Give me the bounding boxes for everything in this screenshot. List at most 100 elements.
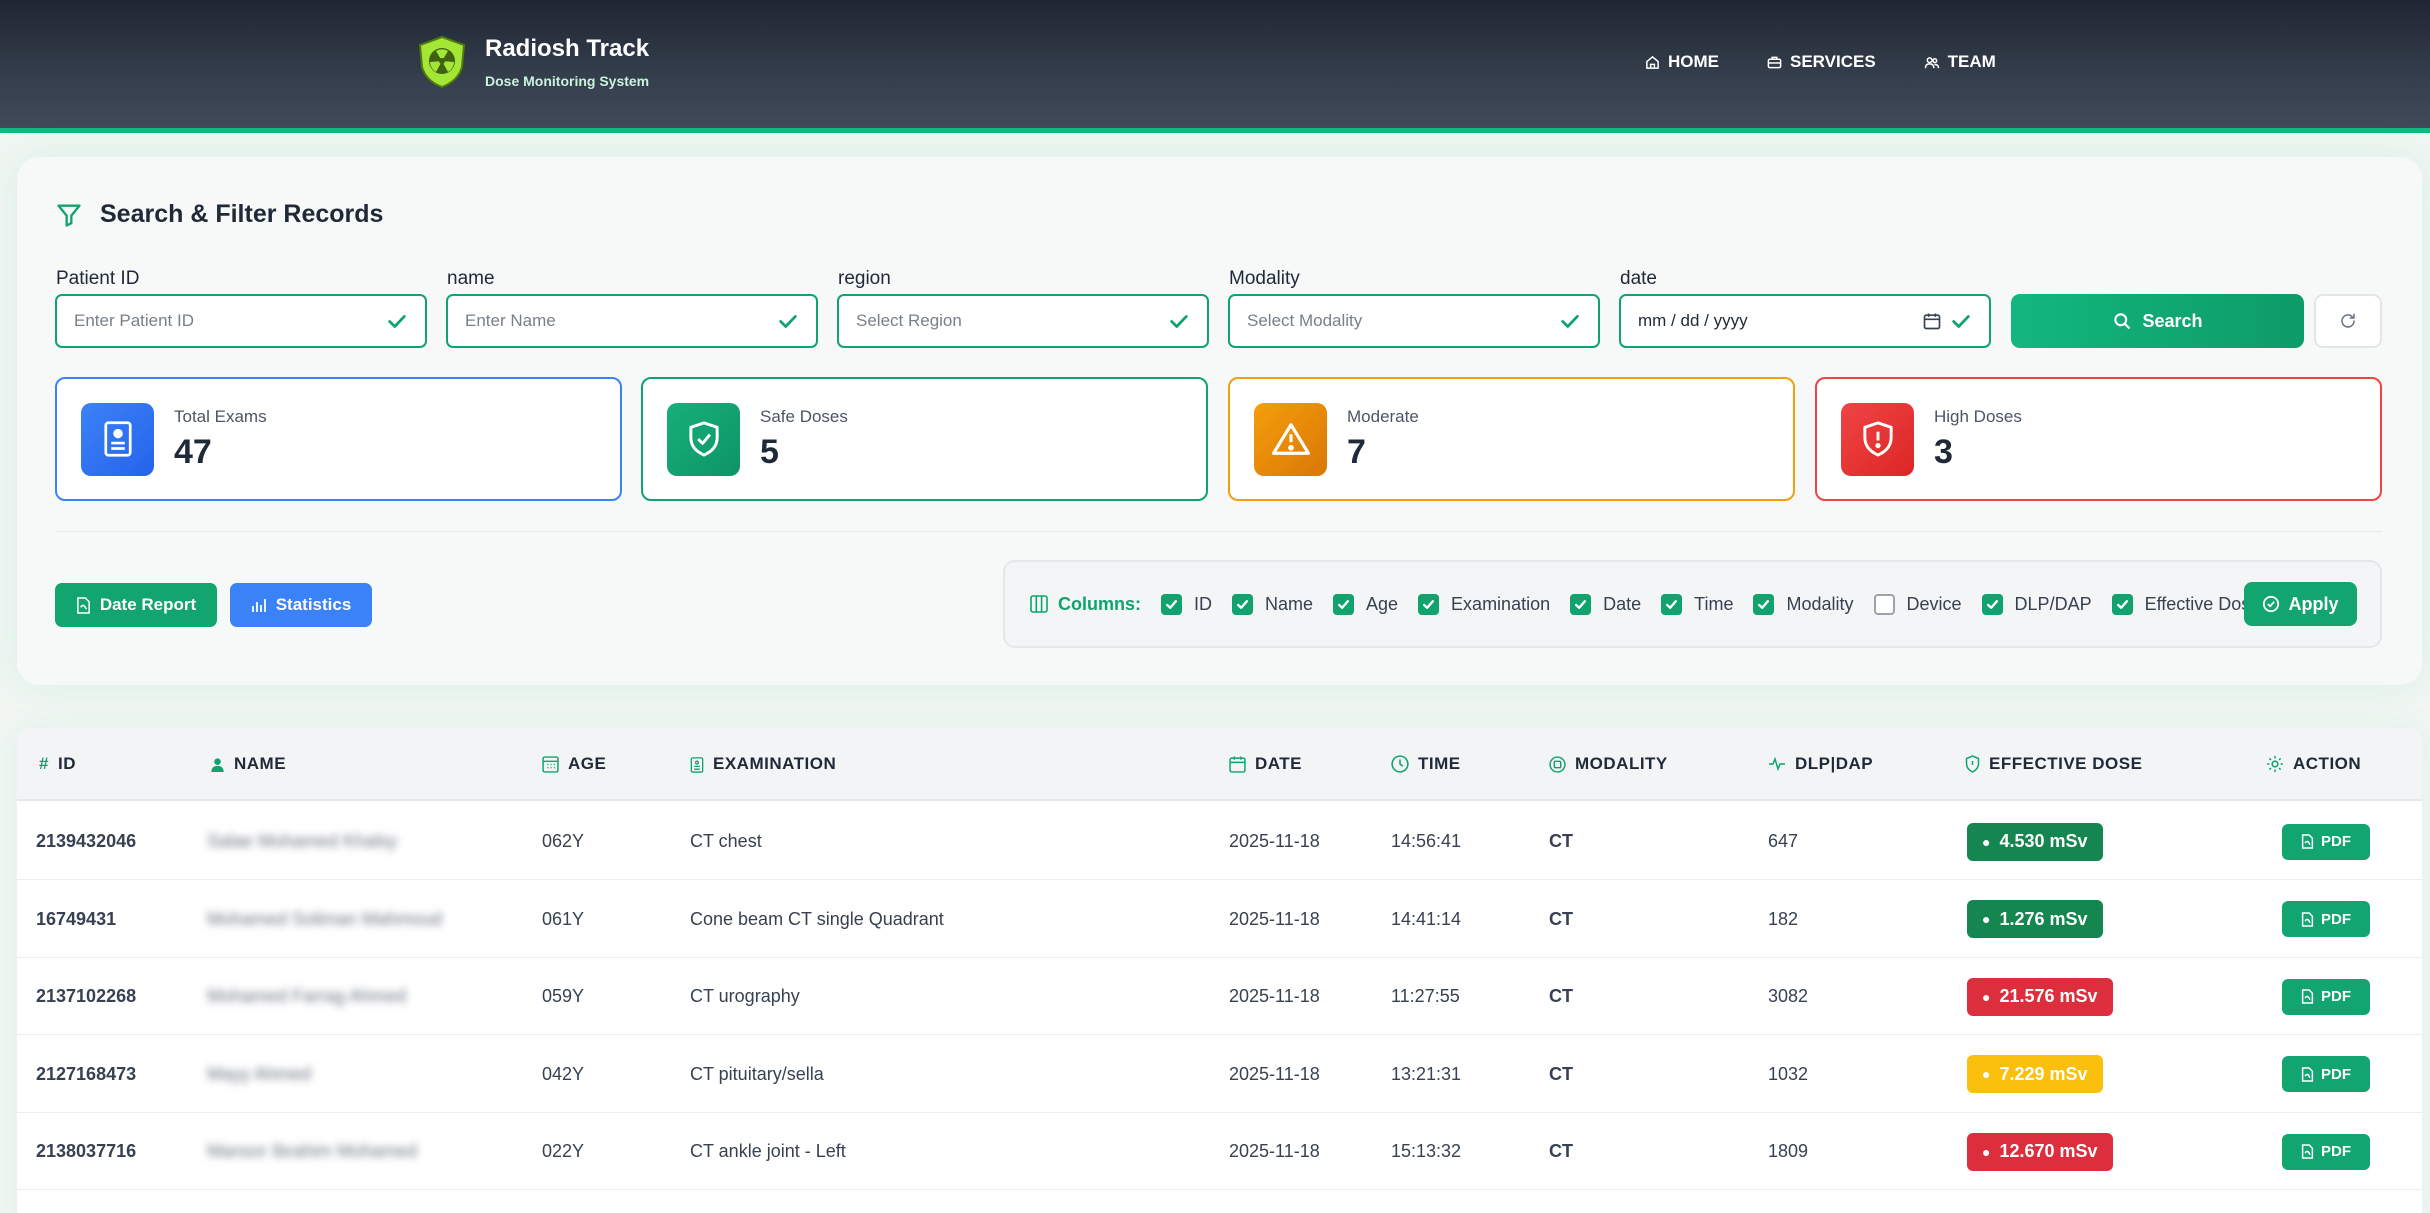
table-row[interactable]: 2139432046 Salae Mohamed Khalsy 062Y CT che… [17, 803, 2422, 880]
nav-services[interactable]: SERVICES [1767, 52, 1876, 72]
cell-dlp: 647 [1768, 803, 1798, 880]
search-icon [2114, 313, 2131, 330]
stat-high-doses: High Doses 3 [1815, 377, 2382, 501]
column-toggle[interactable]: Effective Dose [2111, 593, 2260, 615]
checkmark-icon [2116, 599, 2128, 609]
column-toggle[interactable]: Modality [1753, 593, 1854, 615]
checkbox-checked[interactable] [1161, 593, 1182, 615]
brand[interactable]: Radiosh Track Dose Monitoring System [416, 34, 649, 89]
th-age-label: AGE [568, 754, 607, 773]
cell-date-text: 2025-11-18 [1229, 908, 1320, 929]
checkbox-checked[interactable] [1570, 593, 1592, 615]
cell-age: 059Y [542, 958, 584, 1035]
table-row[interactable]: 2138037716 Mansor Ibrahim Mohamed 022Y CT a… [17, 1113, 2422, 1190]
column-toggle-label: Name [1265, 593, 1314, 614]
column-toggle[interactable]: Time [1661, 593, 1733, 615]
column-toggle[interactable]: Date [1570, 593, 1641, 615]
patient-id-input[interactable]: Enter Patient ID [55, 294, 427, 348]
checkbox-checked[interactable] [1418, 593, 1440, 615]
cell-action: PDF [2282, 803, 2370, 880]
cell-age: 022Y [542, 1113, 584, 1190]
date-value: mm / dd / yyyy [1638, 311, 1748, 330]
table-row[interactable]: 16749431 Mohamed Soliman Mahmoud 061Y Cone … [17, 881, 2422, 958]
pdf-button[interactable]: PDF [2282, 823, 2370, 860]
cell-name: Salae Mohamed Khalsy [207, 803, 397, 880]
filter-icon [57, 204, 81, 227]
cell-time-text: 15:13:32 [1391, 1141, 1462, 1161]
cell-exam: CT chest [690, 803, 762, 880]
dose-badge: ● 12.670 mSv [1967, 1132, 2113, 1171]
search-button[interactable]: Search [2011, 294, 2304, 348]
column-toggle[interactable]: ID [1161, 593, 1212, 615]
th-examination-label: EXAMINATION [713, 754, 837, 773]
shield-alert-icon [1841, 402, 1914, 476]
stat-moderate: Moderate 7 [1228, 377, 1795, 501]
check-icon [779, 315, 797, 328]
column-toggle[interactable]: Name [1232, 593, 1314, 615]
apply-button[interactable]: Apply [2244, 582, 2357, 626]
th-name[interactable]: NAME [210, 754, 286, 774]
stat-label: Total Exams [174, 406, 267, 426]
column-toggle[interactable]: Examination [1418, 593, 1550, 615]
checkbox-checked[interactable] [1981, 593, 2003, 615]
bar-chart-icon [251, 599, 266, 612]
cell-date-text: 2025-11-18 [1229, 831, 1320, 851]
th-age[interactable]: AGE [542, 754, 606, 774]
nav-home[interactable]: HOME [1645, 52, 1719, 72]
date-input[interactable]: mm / dd / yyyy [1619, 294, 1991, 348]
checkbox-checked[interactable] [1232, 593, 1253, 615]
date-report-button[interactable]: Date Report [55, 583, 217, 627]
pdf-label: PDF [2321, 910, 2351, 928]
pdf-button[interactable]: PDF [2282, 1133, 2370, 1170]
table-row[interactable]: 2137102268 Mohamed Farrag Ahmed 059Y CT uro… [17, 958, 2422, 1035]
cell-dlp: 3082 [1768, 958, 1808, 1035]
statistics-button[interactable]: Statistics [230, 583, 372, 627]
modality-select[interactable]: Select Modality [1228, 294, 1600, 348]
cell-name-text: Mayy Ahmed [207, 1063, 312, 1084]
calendar-icon[interactable] [1922, 311, 1942, 331]
dose-badge: ● 7.229 mSv [1967, 1055, 2103, 1093]
name-input[interactable]: Enter Name [446, 294, 818, 348]
checkbox-checked[interactable] [1661, 593, 1683, 615]
th-id[interactable]: # ID [39, 754, 76, 774]
column-toggle[interactable]: Device [1873, 593, 1962, 615]
column-toggle[interactable]: DLP/DAP [1981, 593, 2092, 615]
checkbox-checked[interactable] [1753, 593, 1775, 615]
check-icon [1952, 315, 1970, 328]
cell-modality-text: CT [1549, 1063, 1573, 1084]
cell-id-text: 2127168473 [36, 1063, 137, 1084]
th-effective-dose[interactable]: EFFECTIVE DOSE [1965, 754, 2142, 774]
reset-button[interactable] [2314, 294, 2382, 348]
pdf-button[interactable]: PDF [2282, 901, 2370, 937]
checkmark-icon [1666, 599, 1678, 609]
table-row[interactable]: 2127168473 Mayy Ahmed 042Y CT pituitary/sel… [17, 1036, 2422, 1113]
cell-modality: CT [1549, 803, 1573, 880]
column-toggle[interactable]: Age [1333, 593, 1398, 615]
pdf-button[interactable]: PDF [2282, 978, 2370, 1015]
dot-icon: ● [1982, 1066, 1991, 1082]
th-action[interactable]: ACTION [2266, 754, 2361, 774]
stat-value: 7 [1347, 432, 1366, 471]
th-modality[interactable]: MODALITY [1549, 754, 1668, 774]
checkbox-checked[interactable] [1333, 593, 1355, 615]
pdf-button[interactable]: PDF [2282, 1056, 2370, 1092]
checkbox-checked[interactable] [2111, 593, 2133, 615]
region-select[interactable]: Select Region [837, 294, 1209, 348]
th-time[interactable]: TIME [1391, 754, 1461, 774]
nav-team[interactable]: TEAM [1924, 52, 1996, 72]
cell-id: 2127168473 [36, 1036, 136, 1113]
cell-time: 15:13:32 [1391, 1113, 1461, 1190]
brand-subtitle: Dose Monitoring System [485, 73, 650, 89]
th-examination[interactable]: EXAMINATION [690, 754, 836, 774]
cell-id: 2137102268 [36, 958, 136, 1035]
cell-date-text: 2025-11-18 [1229, 1141, 1320, 1161]
cell-time-text: 11:27:55 [1391, 986, 1460, 1006]
pdf-label: PDF [2321, 1065, 2351, 1083]
file-pdf-icon [2301, 1144, 2314, 1159]
cell-modality-text: CT [1549, 986, 1573, 1006]
checkbox-unchecked[interactable] [1873, 593, 1895, 615]
cell-date: 2025-11-18 [1229, 1036, 1320, 1113]
check-icon [1561, 315, 1579, 328]
th-dlp[interactable]: DLP|DAP [1768, 754, 1873, 774]
th-date[interactable]: DATE [1229, 754, 1302, 774]
